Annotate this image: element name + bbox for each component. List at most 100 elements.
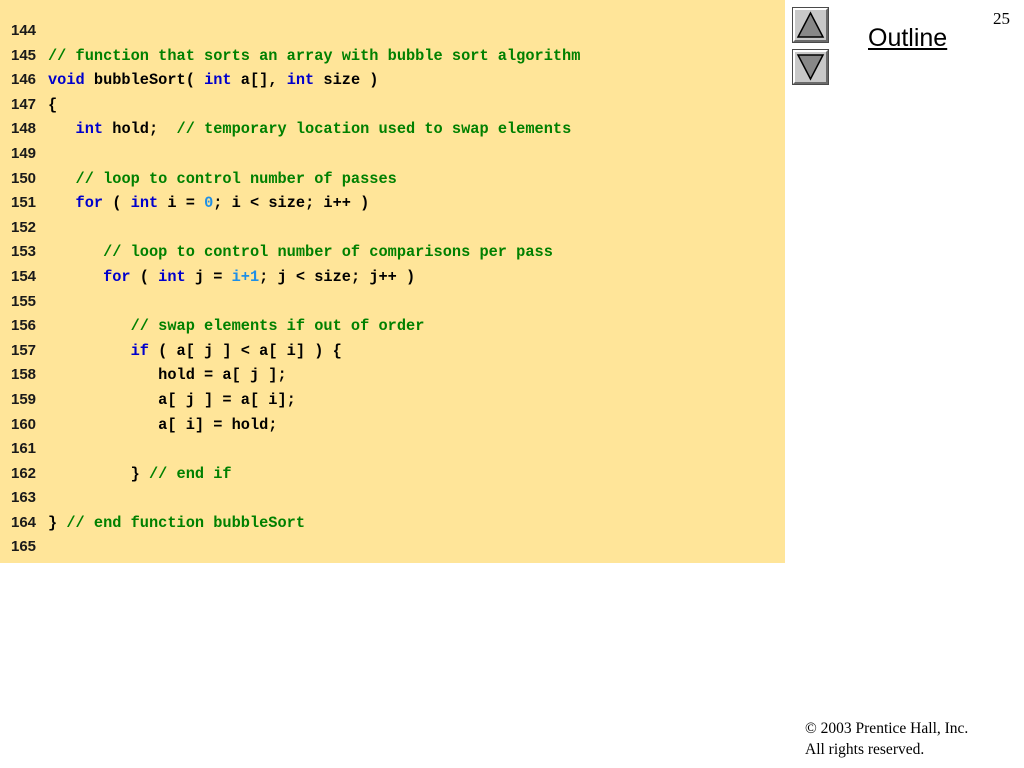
code-token-plain: bubbleSort( <box>84 71 205 90</box>
code-token-plain: ( a[ j ] < a[ i] ) { <box>148 341 342 360</box>
code-token-comment: // end if <box>148 464 232 483</box>
code-token-comment: // loop to control number of comparisons… <box>103 243 553 262</box>
code-token-plain: j = <box>185 267 232 286</box>
code-text: for ( int j = i+1; j < size; j++ ) <box>39 265 415 290</box>
code-line: 155 <box>0 290 580 315</box>
code-text: } // end function bubbleSort <box>39 511 305 536</box>
code-token-keyword: int <box>204 71 232 90</box>
line-number: 165 <box>11 538 37 556</box>
code-token-keyword: int <box>158 267 186 286</box>
line-number: 147 <box>11 95 37 113</box>
line-number: 148 <box>11 120 37 138</box>
code-text: for ( int i = 0; i < size; i++ ) <box>39 191 370 216</box>
code-line: 157 if ( a[ j ] < a[ i] ) { <box>0 339 580 364</box>
code-token-keyword: int <box>130 194 159 213</box>
outline-link[interactable]: Outline <box>868 24 947 53</box>
code-token-plain: ; j < size; j++ ) <box>259 267 416 286</box>
code-line: 156 // swap elements if out of order <box>0 314 580 339</box>
code-text: hold = a[ j ]; <box>39 363 287 388</box>
line-number: 160 <box>11 415 37 433</box>
code-token-plain: hold; <box>103 120 177 139</box>
code-token-keyword: if <box>130 341 149 360</box>
line-number: 150 <box>11 169 37 187</box>
code-token-plain: a[ i] = hold; <box>48 415 278 434</box>
code-token-comment: // swap elements if out of order <box>130 317 425 336</box>
code-token-plain: } <box>48 513 67 532</box>
code-token-plain: a[], <box>231 71 287 90</box>
code-line: 164} // end function bubbleSort <box>0 511 580 536</box>
line-number: 155 <box>11 292 37 310</box>
slide-number: 25 <box>993 9 1010 28</box>
line-number: 159 <box>11 390 37 408</box>
code-token-keyword: int <box>286 71 315 90</box>
code-token-literal: i+1 <box>231 267 260 286</box>
code-token-comment: // loop to control number of passes <box>75 169 397 188</box>
code-token-comment: // end function bubbleSort <box>66 513 306 532</box>
code-token-plain: ( <box>103 194 131 213</box>
triangle-down-icon <box>796 54 825 81</box>
line-number: 145 <box>11 46 37 64</box>
code-text: // function that sorts an array with bub… <box>39 44 580 69</box>
line-number: 144 <box>11 22 37 39</box>
copyright-line: © 2003 Prentice Hall, Inc. <box>805 720 969 737</box>
code-text: // loop to control number of comparisons… <box>39 240 553 265</box>
line-number: 146 <box>11 71 37 89</box>
line-number: 164 <box>11 513 37 531</box>
code-panel: 144 145 // function that sorts an array wi… <box>0 0 785 563</box>
line-number: 162 <box>11 464 37 482</box>
code-line: 149 <box>0 142 580 167</box>
code-token-plain: ; i < size; i++ ) <box>213 194 370 213</box>
line-number: 149 <box>11 144 37 162</box>
code-token-keyword: for <box>75 194 104 213</box>
code-line: 154 for ( int j = i+1; j < size; j++ ) <box>0 265 580 290</box>
rights-reserved-line: All rights reserved. <box>805 741 925 758</box>
code-line: 158 hold = a[ j ]; <box>0 363 580 388</box>
code-line: 159 a[ j ] = a[ i]; <box>0 388 580 413</box>
code-token-keyword: void <box>48 71 85 90</box>
code-text: a[ i] = hold; <box>39 413 278 438</box>
line-number: 157 <box>11 341 37 359</box>
code-token-plain: hold = a[ j ]; <box>48 366 287 385</box>
code-line: 151 for ( int i = 0; i < size; i++ ) <box>0 191 580 216</box>
code-line: 145 // function that sorts an array with … <box>0 44 580 69</box>
line-number: 154 <box>11 267 37 285</box>
code-token-plain: size ) <box>314 71 379 90</box>
code-line: 150 // loop to control number of passes <box>0 167 580 192</box>
line-number: 151 <box>11 194 37 212</box>
code-line: 147 { <box>0 93 580 118</box>
copyright-notice: © 2003 Prentice Hall, Inc. All rights re… <box>805 718 968 760</box>
code-line: 162 } // end if <box>0 462 580 487</box>
line-number: 163 <box>11 489 37 507</box>
triangle-up-icon <box>796 11 825 38</box>
code-token-literal: 0 <box>204 194 214 213</box>
code-line: 165 <box>0 535 580 560</box>
line-number: 158 <box>11 366 37 384</box>
code-token-plain: { <box>48 95 58 114</box>
code-text: // loop to control number of passes <box>39 167 397 192</box>
line-number: 156 <box>11 317 37 335</box>
code-line: 148 int hold; // temporary location used… <box>0 117 580 142</box>
previous-slide-button[interactable] <box>792 7 829 43</box>
code-line: 144 <box>0 19 580 44</box>
code-text: } // end if <box>39 462 232 487</box>
code-token-keyword: int <box>75 120 104 139</box>
code-token-plain: } <box>48 464 149 483</box>
code-listing: 144 145 // function that sorts an array wi… <box>0 19 580 560</box>
code-line: 153 // loop to control number of compari… <box>0 240 580 265</box>
code-text: { <box>39 93 57 118</box>
code-token-comment: // function that sorts an array with bub… <box>48 46 581 65</box>
code-token-keyword: for <box>103 267 131 286</box>
line-number: 161 <box>11 440 37 458</box>
code-text: void bubbleSort( int a[], int size ) <box>39 68 379 93</box>
code-line: 163 <box>0 486 580 511</box>
code-text: int hold; // temporary location used to … <box>39 117 572 142</box>
next-slide-button[interactable] <box>792 49 829 85</box>
code-line: 161 <box>0 437 580 462</box>
code-line: 152 <box>0 216 580 241</box>
code-text: if ( a[ j ] < a[ i] ) { <box>39 339 342 364</box>
line-number: 152 <box>11 218 37 236</box>
